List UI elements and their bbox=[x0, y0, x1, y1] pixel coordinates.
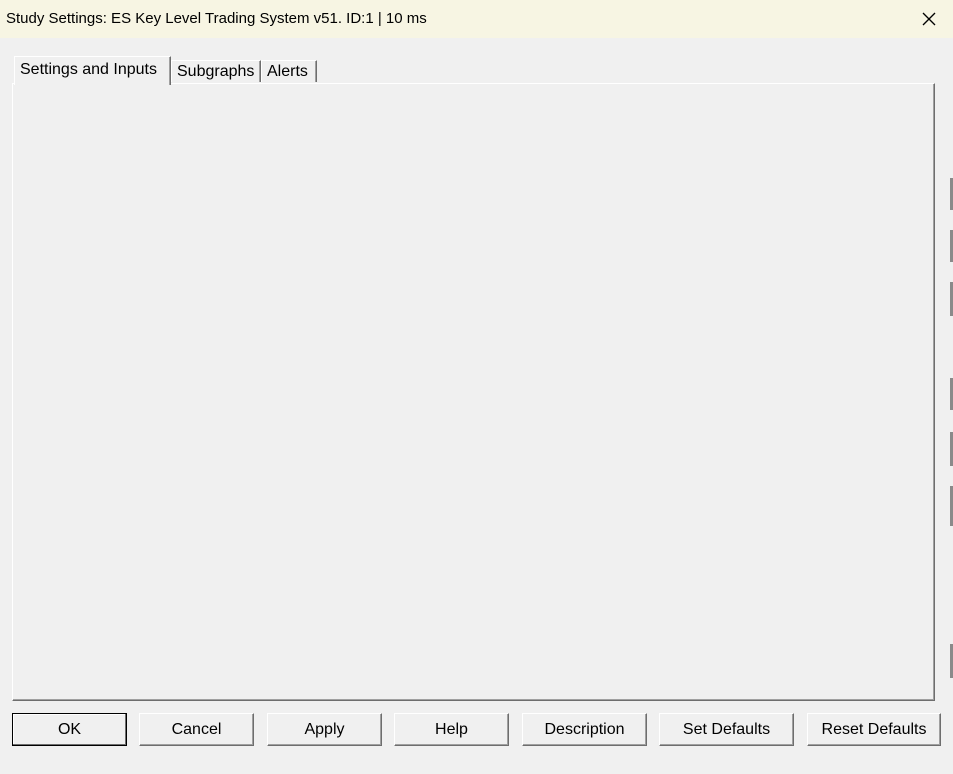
cancel-button[interactable]: Cancel bbox=[139, 713, 254, 746]
help-button[interactable]: Help bbox=[394, 713, 509, 746]
set-defaults-button[interactable]: Set Defaults bbox=[659, 713, 794, 746]
close-button[interactable] bbox=[905, 0, 953, 38]
title-bar: Study Settings: ES Key Level Trading Sys… bbox=[0, 0, 953, 38]
ok-button[interactable]: OK bbox=[12, 713, 127, 746]
window-title: Study Settings: ES Key Level Trading Sys… bbox=[6, 10, 427, 27]
tab-panel-settings-and-inputs bbox=[12, 83, 935, 701]
apply-button[interactable]: Apply bbox=[267, 713, 382, 746]
tab-alerts[interactable]: Alerts bbox=[261, 60, 317, 82]
tab-subgraphs[interactable]: Subgraphs bbox=[171, 60, 261, 82]
study-settings-dialog: Study Settings: ES Key Level Trading Sys… bbox=[0, 0, 953, 774]
close-icon bbox=[922, 12, 936, 26]
tab-settings-and-inputs[interactable]: Settings and Inputs bbox=[14, 56, 171, 85]
description-button[interactable]: Description bbox=[522, 713, 647, 746]
reset-defaults-button[interactable]: Reset Defaults bbox=[807, 713, 941, 746]
